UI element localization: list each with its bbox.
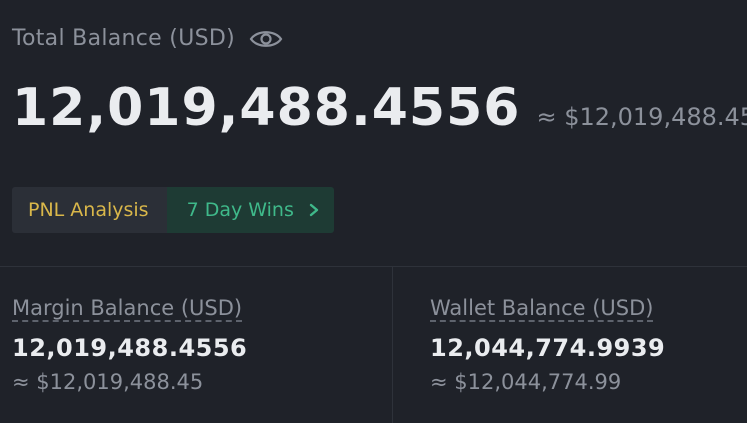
margin-balance-value: 12,019,488.4556 — [12, 334, 248, 362]
wallet-balance-usd-approx: ≈ $12,044,774.99 — [430, 370, 622, 394]
margin-balance-section: Margin Balance (USD) 12,019,488.4556 ≈ $… — [12, 296, 247, 394]
balance-panel: Total Balance (USD) 12,019,488.4556 ≈ $1… — [0, 0, 747, 423]
wallet-balance-label[interactable]: Wallet Balance (USD) — [430, 296, 665, 320]
margin-balance-usd-approx: ≈ $12,019,488.45 — [12, 370, 204, 394]
pnl-analysis-button[interactable]: PNL Analysis — [12, 187, 167, 233]
analysis-actions: PNL Analysis 7 Day Wins — [12, 187, 334, 233]
total-balance-header: Total Balance (USD) — [12, 26, 283, 51]
margin-balance-label[interactable]: Margin Balance (USD) — [12, 296, 247, 320]
seven-day-wins-label: 7 Day Wins — [186, 199, 294, 221]
wallet-balance-value: 12,044,774.9939 — [430, 334, 666, 362]
total-balance-row: 12,019,488.4556 ≈ $12,019,488.45 — [12, 78, 747, 138]
total-balance-value: 12,019,488.4556 — [12, 78, 521, 138]
total-balance-usd-approx: ≈ $12,019,488.45 — [536, 103, 747, 131]
wallet-balance-section: Wallet Balance (USD) 12,044,774.9939 ≈ $… — [430, 296, 665, 394]
chevron-right-icon — [308, 203, 320, 217]
eye-icon[interactable] — [249, 27, 283, 51]
total-balance-label: Total Balance (USD) — [12, 26, 235, 51]
seven-day-wins-button[interactable]: 7 Day Wins — [166, 187, 334, 233]
section-divider — [0, 266, 747, 267]
pnl-analysis-label: PNL Analysis — [28, 199, 149, 221]
column-divider — [392, 267, 393, 423]
